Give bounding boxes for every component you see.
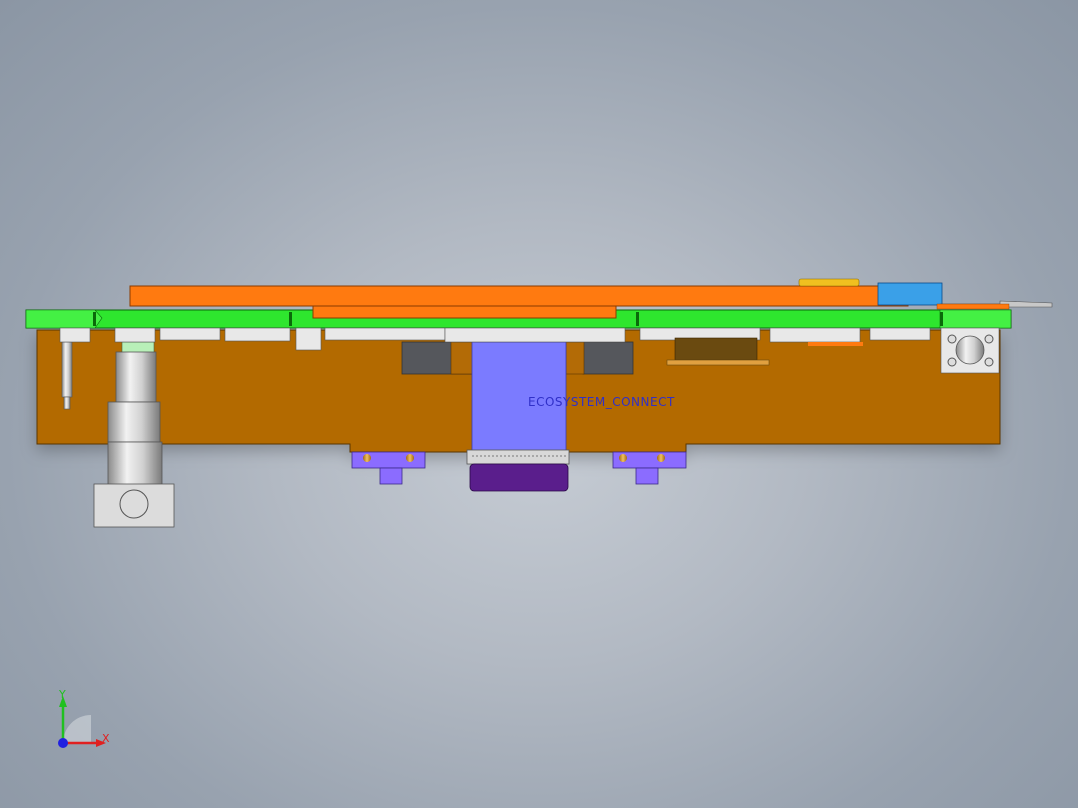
part-annotation-label: ECOSYSTEM_CONNECT xyxy=(528,395,675,409)
probe-tab xyxy=(936,303,1010,310)
x-axis-label: X xyxy=(102,732,110,745)
clamp-left[interactable] xyxy=(351,451,426,485)
heatsink-block xyxy=(674,337,758,361)
coordinate-triad: Y X xyxy=(48,688,128,758)
heatsink-rail xyxy=(666,359,770,366)
red-trace xyxy=(808,342,863,346)
board-connector[interactable] xyxy=(466,449,570,492)
pocket-right xyxy=(582,341,634,375)
yellow-part[interactable] xyxy=(798,278,860,287)
pocket-center xyxy=(450,341,474,375)
y-axis-label: Y xyxy=(59,688,66,701)
blue-block[interactable] xyxy=(877,282,943,306)
graphics-viewport[interactable]: ECOSYSTEM_CONNECT Y X xyxy=(0,0,1078,808)
z-axis-dot xyxy=(58,738,68,748)
clamp-right[interactable] xyxy=(612,451,687,485)
pocket-right-2 xyxy=(565,341,585,375)
